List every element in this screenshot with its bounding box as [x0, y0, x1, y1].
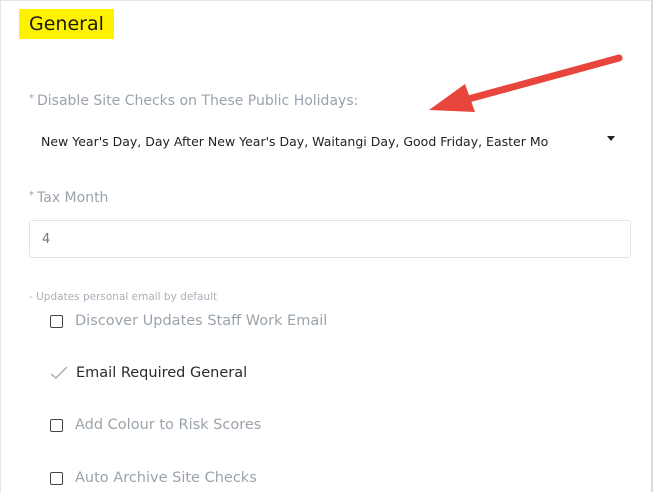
- tax-month-input[interactable]: [29, 220, 631, 258]
- required-marker: *: [29, 190, 34, 201]
- red-arrow-annotation: [429, 54, 623, 112]
- holidays-select[interactable]: New Year's Day, Day After New Year's Day…: [29, 123, 629, 159]
- checkbox-label: Add Colour to Risk Scores: [75, 417, 262, 433]
- holidays-label: * Disable Site Checks on These Public Hol…: [29, 93, 358, 109]
- caret-down-icon[interactable]: [607, 136, 615, 141]
- required-marker: *: [29, 93, 34, 104]
- tax-month-label: * Tax Month: [29, 190, 108, 206]
- checkbox-box[interactable]: [50, 418, 63, 432]
- checkbox-label: Auto Archive Site Checks: [75, 470, 257, 486]
- checkbox-add-colour[interactable]: Add Colour to Risk Scores: [50, 417, 261, 433]
- checkbox-box[interactable]: [50, 314, 63, 328]
- section-title: General: [19, 9, 114, 39]
- email-hint: - Updates personal email by default: [29, 291, 218, 303]
- checkmark-icon[interactable]: [50, 366, 68, 380]
- checkbox-box[interactable]: [50, 471, 63, 485]
- settings-panel: General * Disable Site Checks on These Pu…: [0, 0, 653, 492]
- checkbox-auto-archive[interactable]: Auto Archive Site Checks: [50, 470, 257, 486]
- checkbox-discover-updates[interactable]: Discover Updates Staff Work Email: [50, 313, 327, 329]
- checkbox-label: Email Required General: [76, 365, 248, 381]
- checkbox-label: Discover Updates Staff Work Email: [75, 313, 328, 329]
- checkbox-email-required[interactable]: Email Required General: [50, 365, 247, 381]
- holidays-label-text: Disable Site Checks on These Public Holi…: [37, 93, 359, 109]
- holidays-selected-value: New Year's Day, Day After New Year's Day…: [41, 133, 549, 149]
- tax-month-label-text: Tax Month: [37, 190, 109, 206]
